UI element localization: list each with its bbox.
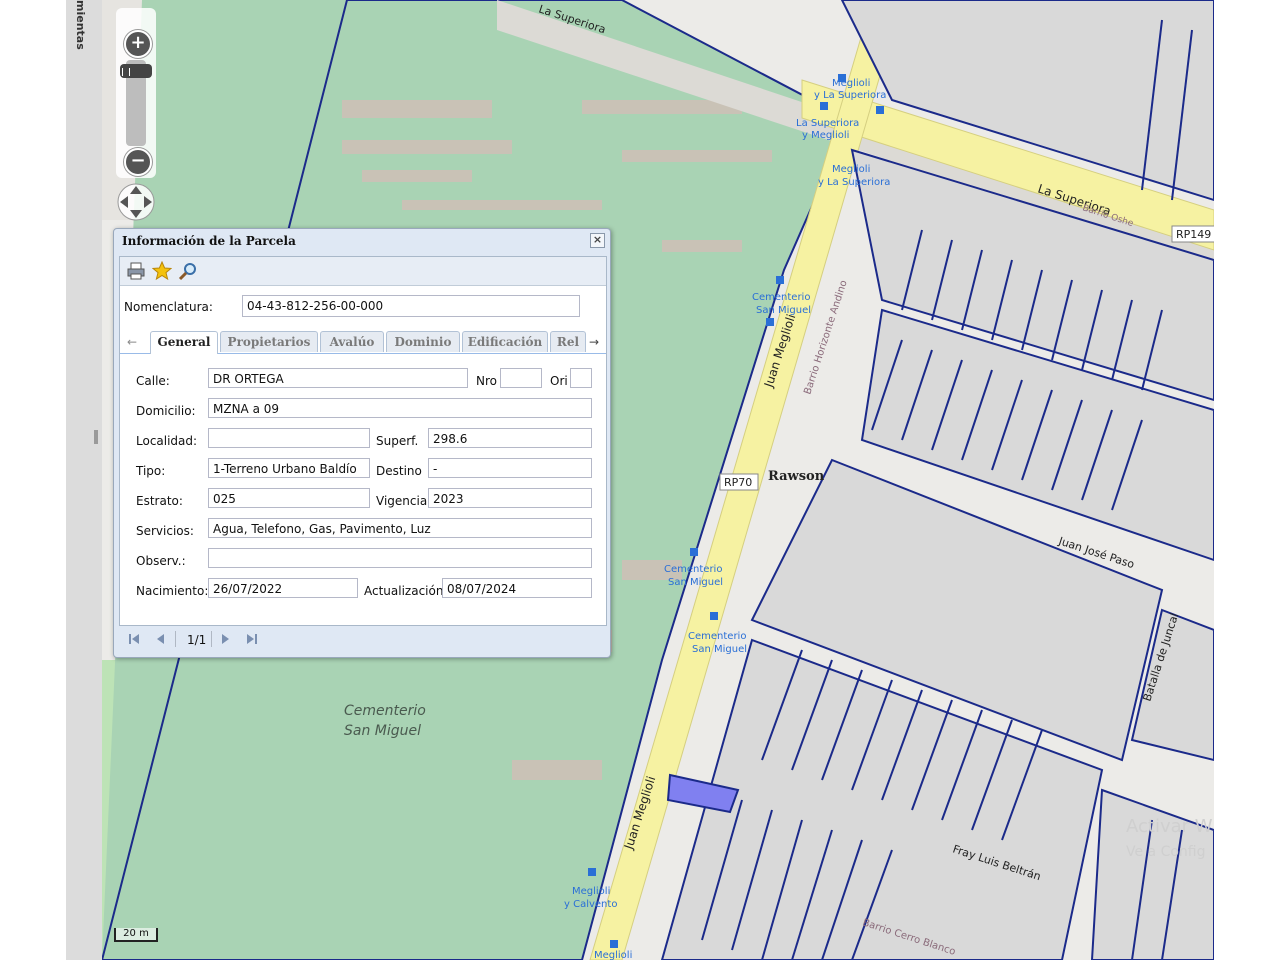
next-page-icon[interactable] [219,632,233,646]
scale-bar: 20 m [114,928,158,942]
route-shield-rp149: RP149 [1171,225,1214,243]
bus-stop-label: La Superiora [796,118,859,129]
estrato-field[interactable]: 025 [208,488,370,508]
tab-avaluo[interactable]: Avalúo [320,331,384,352]
pager-separator [211,631,212,647]
actualizacion-label: Actualización [364,584,444,598]
domicilio-label: Domicilio: [136,404,196,418]
first-page-icon[interactable] [127,632,141,646]
dialog-toolbar [120,257,606,286]
grip-icon [122,68,130,76]
tipo-label: Tipo: [136,464,166,478]
bus-stop-label: y Calvento [564,899,617,910]
bus-stop-label: Cementerio [688,631,746,642]
route-shield-label: RP149 [1176,228,1211,241]
bus-stop-label: Meglioli [832,78,870,89]
bus-stop-label: Cementerio [664,564,722,575]
bus-stop-label: San Miguel [692,644,747,655]
parcel-info-dialog[interactable]: Información de la Parcela × Nomenclatura… [113,228,611,658]
vigencia-label: Vigencia [376,494,428,508]
tools-tab-label: mientas [74,0,87,50]
destino-field[interactable]: - [428,458,592,478]
tab-scroll-left-icon[interactable]: ← [124,333,140,351]
zoom-slider-handle[interactable] [120,64,152,78]
pager-separator [175,631,176,647]
zoom-in-button[interactable]: + [124,30,152,58]
observ-field[interactable] [208,548,592,568]
bus-stop-label: Meglioli [594,950,632,960]
collapse-handle[interactable] [94,430,98,444]
servicios-field[interactable]: Agua, Telefono, Gas, Pavimento, Luz [208,518,592,538]
observ-label: Observ.: [136,554,186,568]
tab-scroll-right-icon[interactable]: → [586,333,602,351]
tab-general[interactable]: General [150,331,218,354]
page-indicator: 1/1 [187,633,207,647]
bus-stop-label: Cementerio [752,292,810,303]
tools-panel-tab[interactable]: mientas [66,0,103,960]
route-shield-label: RP70 [724,476,752,489]
print-icon[interactable] [126,261,146,281]
ori-label: Ori [550,374,568,388]
bus-stop-label: Meglioli [832,164,870,175]
nomenclatura-label: Nomenclatura: [124,300,213,314]
nro-label: Nro [476,374,497,388]
bus-stop-label: y La Superiora [818,177,890,188]
estrato-label: Estrato: [136,494,183,508]
localidad-field[interactable] [208,428,370,448]
calle-label: Calle: [136,374,170,388]
zoom-control: + − [116,8,156,178]
servicios-label: Servicios: [136,524,194,538]
bus-stop-label: San Miguel [668,577,723,588]
superficie-label: Superf. [376,434,419,448]
prev-page-icon[interactable] [153,632,167,646]
dialog-title: Información de la Parcela [122,234,296,248]
cemetery-label: San Miguel [344,723,421,739]
vigencia-field[interactable]: 2023 [428,488,592,508]
watermark-text: Activar W [1126,816,1213,837]
dialog-body: Nomenclatura: 04-43-812-256-00-000 ← Gen… [119,256,607,626]
nacimiento-label: Nacimiento: [136,584,209,598]
pan-arrows-icon [117,183,155,221]
route-shield-rp70: RP70 [719,473,759,491]
locality-label: Rawson [768,469,825,484]
magnifier-icon[interactable] [178,261,198,281]
bus-stop-label: Meglioli [572,886,610,897]
tab-propietarios[interactable]: Propietarios [220,331,318,352]
close-button[interactable]: × [590,233,605,248]
right-margin [1214,0,1280,960]
bus-stop-label: y Meglioli [802,130,849,141]
localidad-label: Localidad: [136,434,198,448]
nro-field[interactable] [500,368,542,388]
tab-strip: ← General Propietarios Avalúo Dominio Ed… [120,329,606,354]
left-rail [0,0,66,960]
last-page-icon[interactable] [245,632,259,646]
tab-edificacion[interactable]: Edificación [462,331,548,352]
pan-control[interactable] [114,182,158,222]
tipo-field[interactable]: 1-Terreno Urbano Baldío [208,458,370,478]
superficie-field[interactable]: 298.6 [428,428,592,448]
watermark-text: Ve a Config [1126,844,1206,860]
nomenclatura-field[interactable]: 04-43-812-256-00-000 [242,295,580,317]
bus-stop-label: y La Superiora [814,90,886,101]
calle-field[interactable]: DR ORTEGA [208,368,468,388]
star-icon[interactable] [151,260,173,281]
tab-rel[interactable]: Rel [550,331,586,352]
pager: 1/1 [119,625,605,653]
nacimiento-field[interactable]: 26/07/2022 [208,578,358,598]
destino-label: Destino [376,464,422,478]
tab-dominio[interactable]: Dominio [386,331,460,352]
ori-field[interactable] [570,368,592,388]
zoom-out-button[interactable]: − [124,148,152,176]
cemetery-label: Cementerio [344,703,426,719]
bus-stop-label: San Miguel [756,305,811,316]
actualizacion-field[interactable]: 08/07/2024 [442,578,592,598]
domicilio-field[interactable]: MZNA a 09 [208,398,592,418]
